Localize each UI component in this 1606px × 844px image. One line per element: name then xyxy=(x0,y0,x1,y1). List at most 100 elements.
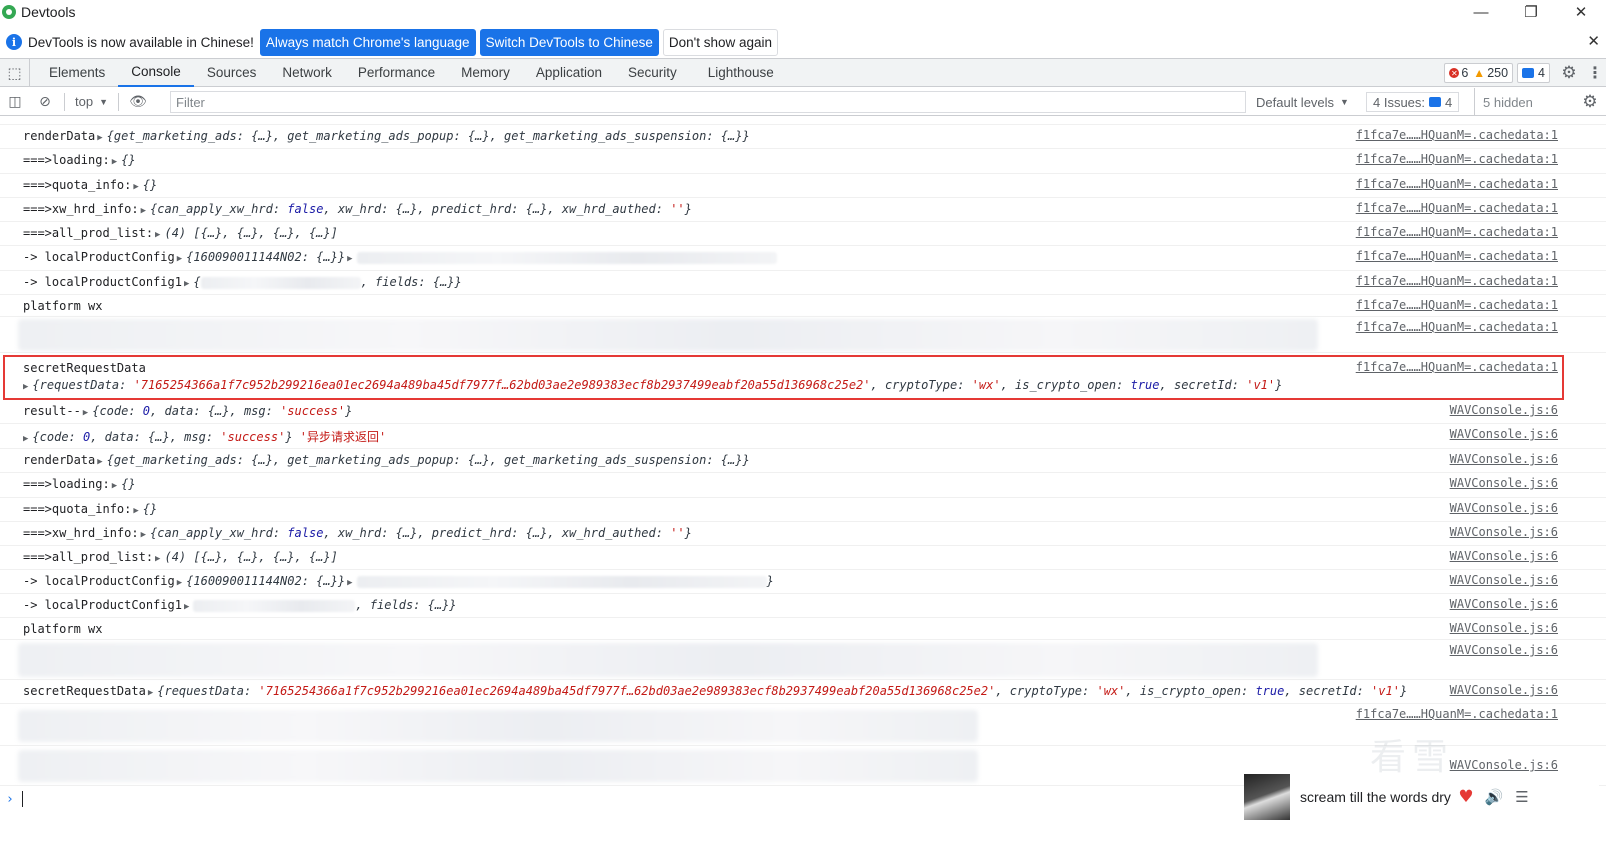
issues-count: 4 xyxy=(1445,94,1453,110)
log-message: renderData ▶ {get_marketing_ads: {…}, get_… xyxy=(23,129,750,143)
source-link[interactable]: f1fca7e……HQuanM=.cachedata:1 xyxy=(1356,274,1558,288)
warning-icon: ▲ xyxy=(1473,66,1486,80)
tab-elements[interactable]: Elements xyxy=(36,59,118,87)
expand-triangle-icon[interactable]: ▶ xyxy=(177,578,182,588)
log-row: ===>loading: ▶{} WAVConsole.js:6 xyxy=(0,473,1606,498)
expand-triangle-icon[interactable]: ▶ xyxy=(141,206,146,216)
expand-triangle-icon[interactable]: ▶ xyxy=(23,434,28,444)
tab-application[interactable]: Application xyxy=(523,59,615,87)
more-options-icon[interactable]: ⋮ xyxy=(1584,59,1606,87)
switch-language-button[interactable]: Switch DevTools to Chinese xyxy=(479,28,659,56)
log-message: ===>xw_hrd_info: ▶ {can_apply_xw_hrd: fals… xyxy=(23,526,692,540)
source-link[interactable]: WAVConsole.js:6 xyxy=(1450,403,1558,417)
error-count: 6 xyxy=(1461,66,1469,80)
source-link[interactable]: WAVConsole.js:6 xyxy=(1450,501,1558,515)
tab-performance[interactable]: Performance xyxy=(345,59,448,87)
source-link[interactable]: f1fca7e……HQuanM=.cachedata:1 xyxy=(1356,707,1558,721)
log-message: ===>all_prod_list: ▶ (4) [{…}, {…}, {…}, {… xyxy=(23,226,338,240)
expand-triangle-icon[interactable]: ▶ xyxy=(112,481,117,491)
message-counter[interactable]: 4 xyxy=(1517,63,1550,83)
chevron-down-icon: ▼ xyxy=(99,96,108,107)
expand-triangle-icon[interactable]: ▶ xyxy=(177,254,182,264)
chevron-down-icon: ▼ xyxy=(1340,97,1349,107)
error-warning-counter[interactable]: ✕ 6 ▲ 250 xyxy=(1444,63,1514,83)
source-link[interactable]: WAVConsole.js:6 xyxy=(1450,476,1558,490)
source-link[interactable]: WAVConsole.js:6 xyxy=(1450,549,1558,563)
expand-triangle-icon[interactable]: ▶ xyxy=(148,688,153,698)
devtools-logo-icon xyxy=(2,5,16,19)
volume-icon[interactable]: 🔊 xyxy=(1480,783,1508,811)
console-settings-gear-icon[interactable]: ⚙ xyxy=(1578,88,1602,116)
window-controls: — ❐ ✕ xyxy=(1456,0,1606,24)
tab-memory[interactable]: Memory xyxy=(448,59,523,87)
inspect-element-icon[interactable]: ⬚ xyxy=(0,58,30,87)
expand-triangle-icon[interactable]: ▶ xyxy=(83,408,88,418)
blurred-redaction xyxy=(18,750,978,782)
source-link[interactable]: f1fca7e……HQuanM=.cachedata:1 xyxy=(1356,249,1558,263)
expand-triangle-icon[interactable]: ▶ xyxy=(155,230,160,240)
tab-console[interactable]: Console xyxy=(118,59,194,87)
source-link[interactable]: WAVConsole.js:6 xyxy=(1450,573,1558,587)
message-count: 4 xyxy=(1538,66,1545,80)
sidebar-toggle-icon[interactable]: ◫ xyxy=(0,88,30,116)
expand-triangle-icon[interactable]: ▶ xyxy=(347,254,352,264)
live-expression-eye-icon[interactable]: 👁 xyxy=(123,88,153,116)
album-art[interactable] xyxy=(1244,774,1290,820)
source-link[interactable]: f1fca7e……HQuanM=.cachedata:1 xyxy=(1356,128,1558,142)
levels-value: Default levels xyxy=(1256,94,1335,110)
close-window-button[interactable]: ✕ xyxy=(1556,0,1606,24)
settings-gear-icon[interactable]: ⚙ xyxy=(1554,59,1584,87)
log-message: ===>quota_info: ▶{} xyxy=(23,178,158,192)
log-message: platform wx xyxy=(23,622,103,636)
minimize-button[interactable]: — xyxy=(1456,0,1506,24)
source-link[interactable]: WAVConsole.js:6 xyxy=(1450,621,1558,635)
infobar-close-icon[interactable]: ✕ xyxy=(1587,32,1600,50)
source-link[interactable]: WAVConsole.js:6 xyxy=(1450,452,1558,466)
devtools-tabbar: ⬚ Elements Console Sources Network Perfo… xyxy=(0,58,1606,87)
dont-show-again-button[interactable]: Don't show again xyxy=(662,28,779,56)
source-link[interactable]: WAVConsole.js:6 xyxy=(1450,683,1558,697)
expand-triangle-icon[interactable]: ▶ xyxy=(97,133,102,143)
expand-triangle-icon[interactable]: ▶ xyxy=(133,182,138,192)
expand-triangle-icon[interactable]: ▶ xyxy=(112,157,117,167)
restore-button[interactable]: ❐ xyxy=(1506,0,1556,24)
source-link[interactable]: f1fca7e……HQuanM=.cachedata:1 xyxy=(1356,177,1558,191)
source-link[interactable]: f1fca7e……HQuanM=.cachedata:1 xyxy=(1356,225,1558,239)
source-link[interactable]: f1fca7e……HQuanM=.cachedata:1 xyxy=(1356,320,1558,334)
source-link[interactable]: WAVConsole.js:6 xyxy=(1450,643,1558,657)
clear-console-icon[interactable]: ⊘ xyxy=(30,88,60,116)
warning-count: 250 xyxy=(1487,66,1509,80)
hidden-messages-count: 5 hidden xyxy=(1474,88,1533,116)
source-link[interactable]: WAVConsole.js:6 xyxy=(1450,525,1558,539)
expand-triangle-icon[interactable]: ▶ xyxy=(155,554,160,564)
log-row: platform wx f1fca7e……HQuanM=.cachedata:1 xyxy=(0,295,1606,317)
log-levels-dropdown[interactable]: Default levels ▼ xyxy=(1256,88,1349,116)
tab-network[interactable]: Network xyxy=(269,59,345,87)
issues-button[interactable]: 4 Issues: 4 xyxy=(1366,92,1460,112)
source-link[interactable]: WAVConsole.js:6 xyxy=(1450,758,1558,772)
expand-triangle-icon[interactable]: ▶ xyxy=(184,602,189,612)
source-link[interactable]: f1fca7e……HQuanM=.cachedata:1 xyxy=(1356,298,1558,312)
expand-triangle-icon[interactable]: ▶ xyxy=(133,506,138,516)
context-selector[interactable]: top ▼ xyxy=(69,94,114,109)
blurred-redaction xyxy=(193,599,356,612)
log-message: -> localProductConfig1 ▶, fields: {…}} xyxy=(23,598,457,612)
music-mini-player: scream till the words dry ♥ 🔊 ☰ xyxy=(1244,773,1599,821)
source-link[interactable]: f1fca7e……HQuanM=.cachedata:1 xyxy=(1356,152,1558,166)
source-link[interactable]: f1fca7e……HQuanM=.cachedata:1 xyxy=(1356,201,1558,215)
expand-triangle-icon[interactable]: ▶ xyxy=(141,530,146,540)
filter-input[interactable]: Filter xyxy=(170,91,1246,113)
expand-triangle-icon[interactable]: ▶ xyxy=(184,279,189,289)
expand-triangle-icon[interactable]: ▶ xyxy=(97,457,102,467)
blurred-redaction xyxy=(18,710,978,742)
tab-security[interactable]: Security xyxy=(615,59,690,87)
source-link[interactable]: WAVConsole.js:6 xyxy=(1450,427,1558,441)
playlist-icon[interactable]: ☰ xyxy=(1508,783,1536,811)
tab-lighthouse[interactable]: Lighthouse xyxy=(690,59,787,87)
match-language-button[interactable]: Always match Chrome's language xyxy=(259,28,476,56)
expand-triangle-icon[interactable]: ▶ xyxy=(347,578,352,588)
source-link[interactable]: WAVConsole.js:6 xyxy=(1450,597,1558,611)
tab-sources[interactable]: Sources xyxy=(194,59,270,87)
console-input[interactable] xyxy=(22,791,23,807)
heart-icon[interactable]: ♥ xyxy=(1452,783,1480,811)
